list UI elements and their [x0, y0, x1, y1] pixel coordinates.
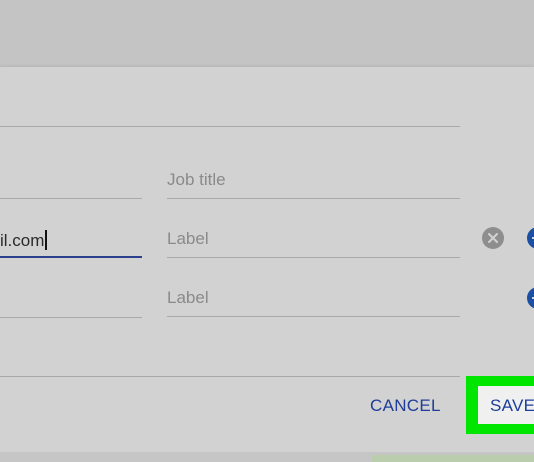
email-field-underline: [0, 256, 142, 258]
save-button[interactable]: SAVE: [490, 396, 534, 416]
email-label-input[interactable]: Label: [167, 229, 209, 249]
email-label-underline: [167, 257, 460, 258]
page-backdrop: [0, 0, 534, 67]
top-field-underline: [0, 126, 460, 127]
clear-circle-icon[interactable]: [482, 227, 504, 249]
job-title-underline: [167, 198, 460, 199]
phone-label-input[interactable]: Label: [167, 288, 209, 308]
email-input[interactable]: il.com: [0, 230, 47, 251]
cancel-button[interactable]: CANCEL: [370, 396, 441, 416]
email-value: il.com: [0, 231, 45, 250]
phone-label-underline: [167, 316, 460, 317]
notes-field-underline[interactable]: [0, 376, 460, 377]
text-caret: [45, 230, 47, 250]
job-title-input[interactable]: Job title: [167, 170, 226, 190]
bottom-strip-accent: [372, 455, 534, 462]
company-field-underline[interactable]: [0, 198, 142, 199]
phone-field-underline[interactable]: [0, 317, 142, 318]
